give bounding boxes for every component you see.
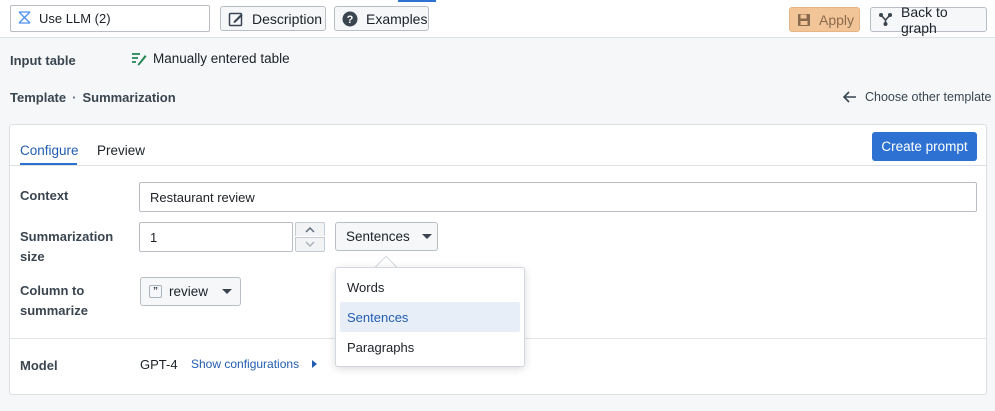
description-button[interactable]: Description: [220, 6, 326, 31]
apply-button[interactable]: Apply: [789, 7, 860, 32]
input-table-label: Input table: [10, 53, 76, 68]
model-value: GPT-4: [140, 357, 178, 372]
input-table-name: Manually entered table: [153, 51, 290, 66]
template-name: Summarization: [82, 90, 176, 105]
edit-icon: [228, 11, 244, 27]
manual-table-icon: [131, 52, 147, 66]
show-configurations-label: Show configurations: [191, 357, 300, 371]
context-input[interactable]: Restaurant review: [139, 182, 977, 212]
menu-item-words[interactable]: Words: [340, 272, 520, 302]
back-to-graph-label: Back to graph: [901, 3, 948, 36]
examples-label: Examples: [366, 10, 428, 27]
column-to-summarize-label: Column to summarize: [20, 283, 88, 318]
description-label: Description: [252, 10, 323, 27]
context-value: Restaurant review: [150, 189, 255, 205]
chevron-up-icon: [305, 226, 315, 233]
model-label: Model: [20, 358, 58, 373]
arrow-left-icon: [843, 91, 857, 103]
choose-other-template-link[interactable]: Choose other template: [843, 90, 991, 104]
size-unit-value: Sentences: [346, 229, 410, 244]
chevron-down-icon: [305, 241, 315, 248]
llm-node-icon: [17, 10, 32, 28]
caret-right-icon: [312, 360, 318, 368]
increment-button[interactable]: [295, 222, 325, 236]
tabs-divider: [10, 165, 986, 166]
node-name-value: Use LLM (2): [39, 11, 111, 26]
show-configurations-link[interactable]: Show configurations: [191, 357, 318, 371]
top-accent-bar: [398, 0, 436, 2]
decrement-button[interactable]: [295, 237, 325, 252]
node-name-input[interactable]: Use LLM (2): [10, 5, 210, 32]
menu-item-paragraphs[interactable]: Paragraphs: [340, 332, 520, 362]
column-select[interactable]: ” review: [140, 277, 241, 306]
apply-label: Apply: [819, 11, 855, 28]
graph-icon: [878, 12, 893, 27]
context-label: Context: [20, 188, 69, 203]
caret-down-icon: [222, 289, 233, 294]
template-heading: Template · Summarization: [10, 90, 176, 105]
string-type-icon: ”: [149, 285, 162, 298]
template-label: Template: [10, 90, 67, 105]
create-prompt-button[interactable]: Create prompt: [872, 132, 977, 161]
input-table-value[interactable]: Manually entered table: [131, 51, 290, 66]
summarization-size-value: 1: [150, 229, 158, 245]
tab-configure[interactable]: Configure: [20, 143, 79, 158]
template-separator: ·: [72, 90, 77, 105]
size-unit-select[interactable]: Sentences: [335, 222, 438, 251]
column-value: review: [169, 284, 209, 299]
examples-button[interactable]: ? Examples: [334, 6, 429, 31]
summarization-size-input[interactable]: 1: [139, 222, 293, 252]
caret-down-icon: [421, 234, 432, 239]
svg-text:?: ?: [347, 14, 354, 26]
summarization-size-label: Summarization size: [20, 229, 114, 264]
save-icon: [797, 13, 811, 27]
menu-item-sentences[interactable]: Sentences: [340, 302, 520, 332]
choose-other-template-label: Choose other template: [865, 90, 992, 104]
back-to-graph-button[interactable]: Back to graph: [870, 4, 987, 36]
help-icon: ?: [342, 11, 358, 27]
tab-preview[interactable]: Preview: [97, 143, 145, 158]
